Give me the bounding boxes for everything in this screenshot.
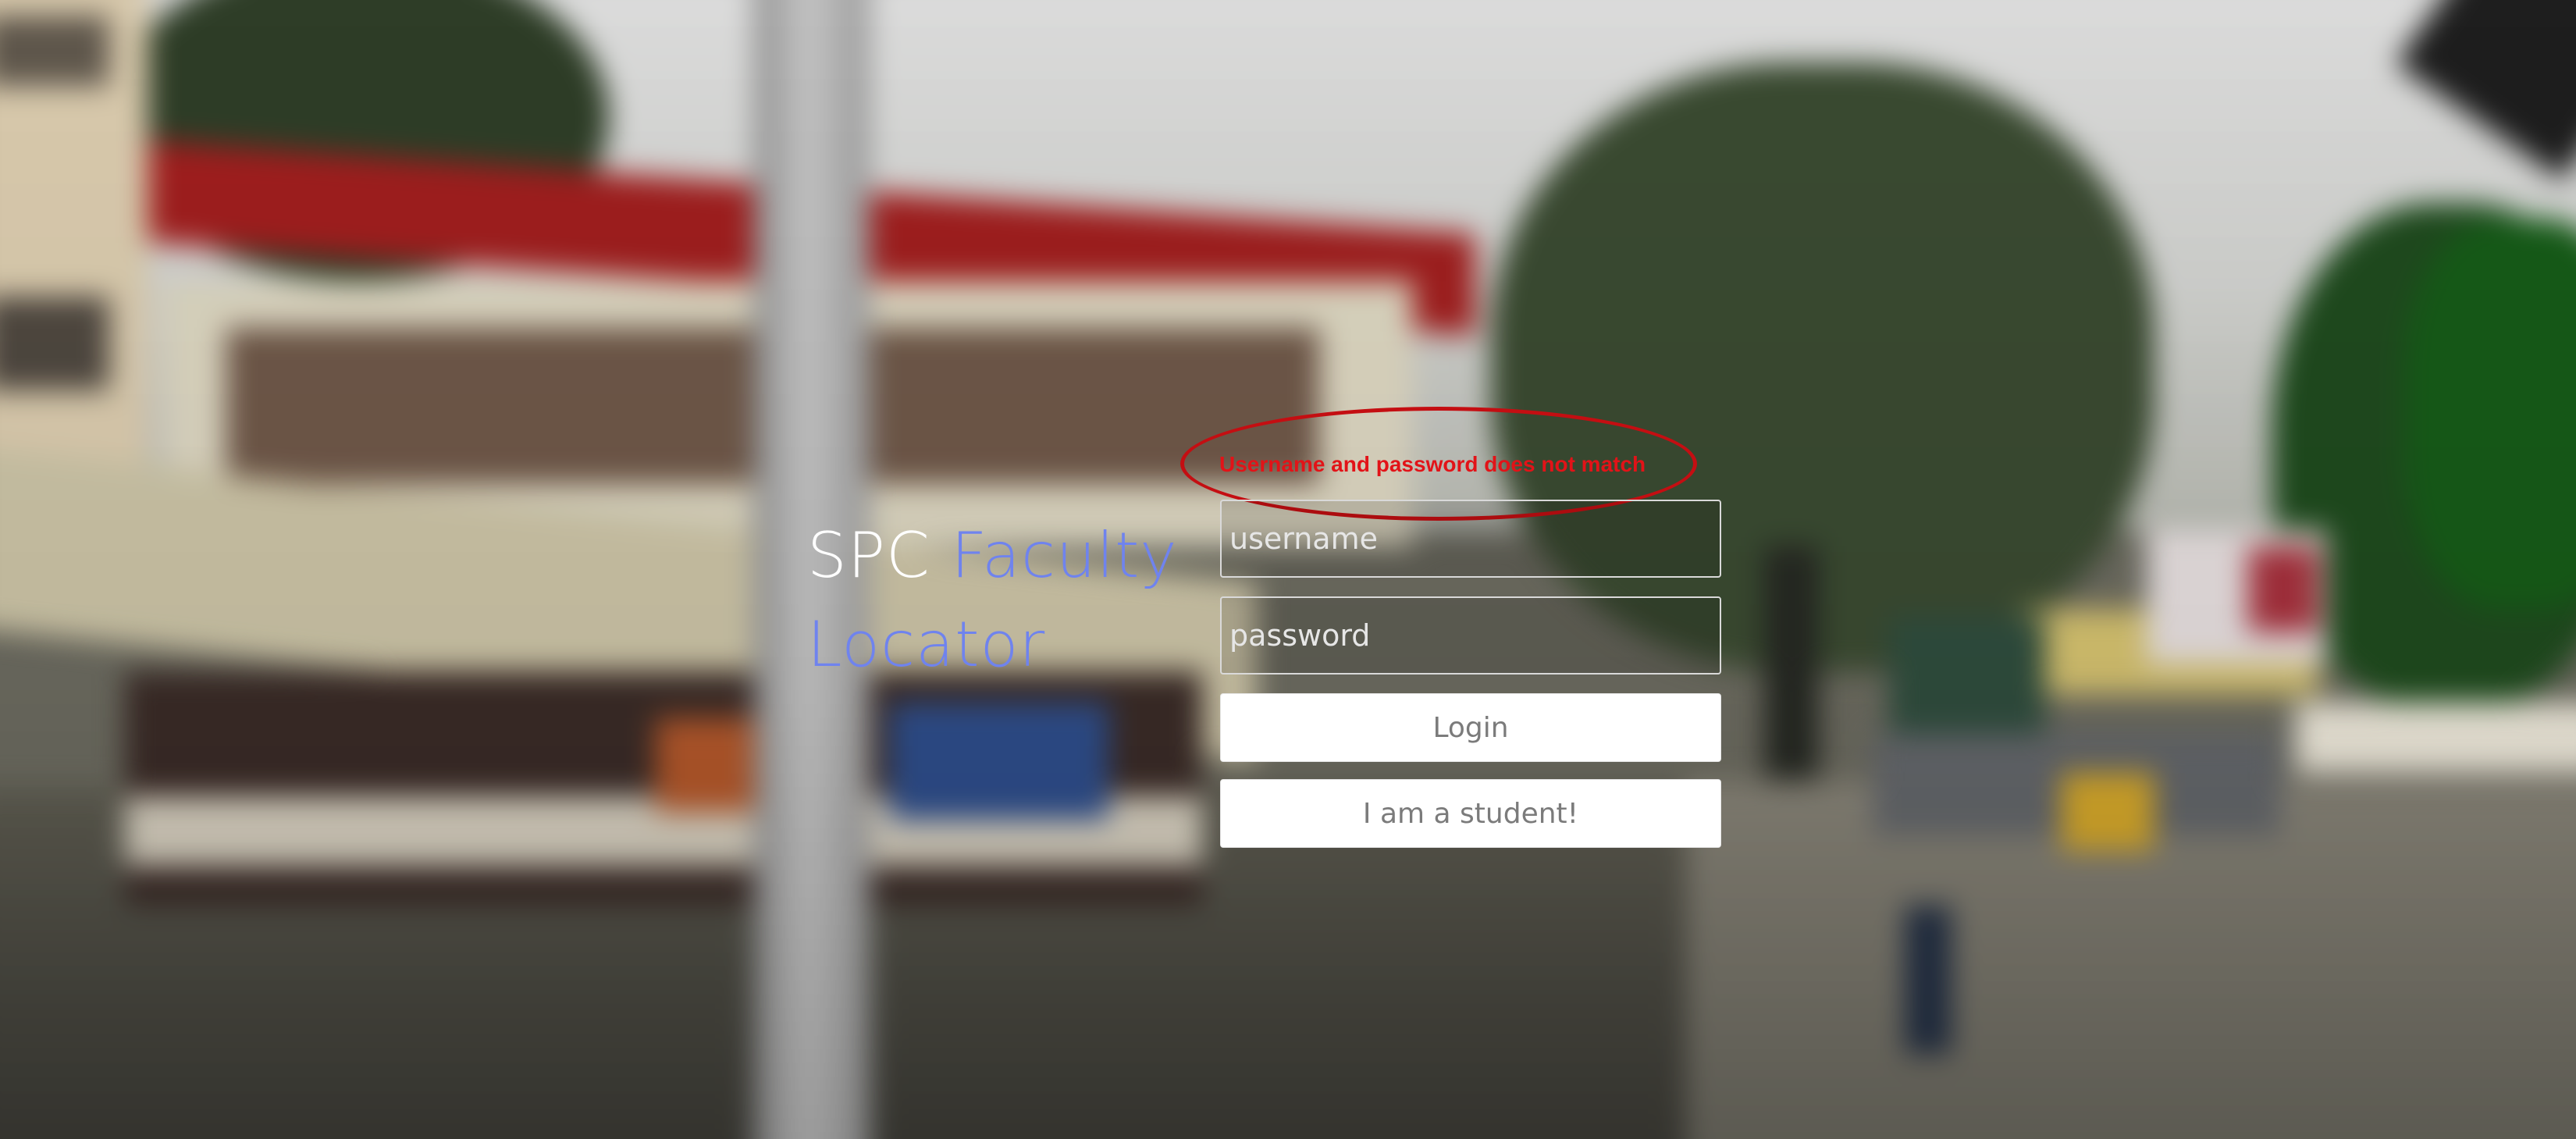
login-page: SPC Faculty Locator Username and password… [0, 0, 2576, 1139]
site-title: SPC Faculty Locator [807, 511, 1182, 689]
error-message: Username and password does not match [1219, 452, 1646, 476]
password-input[interactable] [1220, 596, 1721, 675]
login-button[interactable]: Login [1220, 693, 1721, 762]
username-input[interactable] [1220, 500, 1721, 578]
login-form: Login I am a student! [1220, 500, 1721, 865]
site-title-spc: SPC [807, 519, 930, 592]
site-title-locator: Locator [807, 608, 1046, 681]
site-title-faculty: Faculty [951, 519, 1178, 592]
student-button[interactable]: I am a student! [1220, 779, 1721, 848]
